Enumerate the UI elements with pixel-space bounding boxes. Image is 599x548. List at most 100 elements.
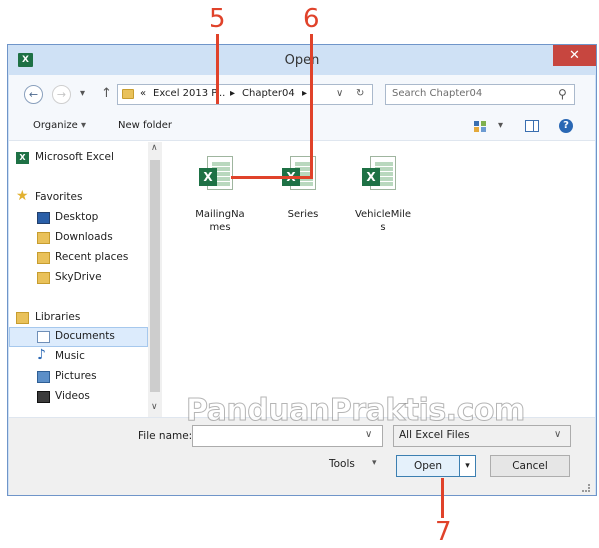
callout-6: 6 — [303, 4, 320, 34]
open-dialog: X Open ✕ ← → ▾ ↑ « Excel 2013 P... ▸ Cha… — [7, 44, 597, 496]
libraries-icon — [16, 312, 29, 324]
breadcrumb-separator-2[interactable]: ▸ — [302, 88, 307, 99]
file-item-mailingnames[interactable]: X MailingNa mes — [185, 156, 255, 236]
sidebar-item-microsoft-excel[interactable]: X Microsoft Excel — [9, 148, 148, 168]
sidebar-item-pictures[interactable]: Pictures — [9, 367, 148, 387]
address-bar[interactable]: « Excel 2013 P... ▸ Chapter04 ▸ ∨ ↻ — [117, 84, 373, 105]
file-type-value: All Excel Files — [399, 429, 470, 441]
file-name: Series — [268, 208, 338, 221]
navigation-pane: X Microsoft Excel ★ Favorites Desktop Do… — [9, 142, 162, 417]
callout-6-line-vertical — [310, 34, 313, 178]
videos-icon — [37, 391, 50, 403]
sidebar-item-desktop[interactable]: Desktop — [9, 208, 148, 228]
title-bar: X Open ✕ — [8, 45, 596, 75]
file-name-line-1: VehicleMile — [354, 209, 412, 220]
close-button[interactable]: ✕ — [553, 45, 596, 66]
sidebar-item-libraries[interactable]: Libraries — [9, 308, 148, 328]
documents-icon — [37, 331, 50, 343]
file-name-line-1: Series — [287, 209, 319, 220]
refresh-button[interactable]: ↻ — [356, 88, 364, 99]
file-list: X MailingNa mes X Series X VehicleMile — [163, 142, 595, 417]
callout-7: 7 — [435, 517, 452, 547]
sidebar-item-label: Favorites — [35, 191, 83, 203]
callout-7-line — [441, 478, 444, 518]
excel-badge-icon: X — [362, 168, 380, 186]
sidebar-scrollbar[interactable]: ∧ ∨ — [148, 142, 162, 417]
navigation-bar: ← → ▾ ↑ « Excel 2013 P... ▸ Chapter04 ▸ … — [9, 75, 595, 113]
change-view-icon[interactable] — [474, 121, 486, 132]
skydrive-icon — [37, 272, 50, 284]
scroll-up-button[interactable]: ∧ — [151, 143, 158, 153]
sidebar-item-label: Music — [55, 350, 85, 362]
recent-places-icon — [37, 252, 50, 264]
breadcrumb-excel-2013[interactable]: Excel 2013 P... — [153, 88, 225, 99]
open-label: Open — [413, 460, 443, 472]
scroll-down-button[interactable]: ∨ — [151, 402, 158, 412]
file-name: VehicleMile s — [348, 208, 418, 234]
organize-button[interactable]: Organize ▾ — [33, 120, 86, 131]
organize-label: Organize — [33, 120, 78, 131]
file-name: MailingNa mes — [185, 208, 255, 234]
dialog-body: ← → ▾ ↑ « Excel 2013 P... ▸ Chapter04 ▸ … — [9, 75, 595, 495]
desktop-icon — [37, 212, 50, 224]
excel-icon: X — [16, 152, 29, 164]
folder-icon — [122, 89, 134, 99]
open-split-dropdown[interactable]: ▾ — [459, 456, 475, 476]
file-name-label: File name: — [138, 430, 193, 442]
search-input[interactable]: Search Chapter04 — [392, 88, 482, 99]
file-item-series[interactable]: X Series — [268, 156, 338, 236]
recent-locations-button[interactable]: ▾ — [80, 88, 85, 99]
preview-pane-icon[interactable] — [525, 120, 539, 132]
pictures-icon — [37, 371, 50, 383]
chevron-down-icon: ▾ — [372, 458, 377, 468]
up-button[interactable]: ↑ — [101, 86, 112, 101]
sidebar-item-videos[interactable]: Videos — [9, 387, 148, 407]
sidebar-item-label: Desktop — [55, 211, 99, 223]
sidebar-item-label: Recent places — [55, 251, 129, 263]
view-options-button[interactable]: ▾ — [498, 120, 503, 131]
search-icon[interactable]: ⚲ — [558, 87, 567, 101]
sidebar-item-downloads[interactable]: Downloads — [9, 228, 148, 248]
breadcrumb-chapter04[interactable]: Chapter04 — [242, 88, 295, 99]
new-folder-button[interactable]: New folder — [118, 120, 172, 131]
file-name-line-2: mes — [209, 222, 231, 233]
search-box[interactable]: Search Chapter04 ⚲ — [385, 84, 575, 105]
sidebar-item-documents[interactable]: Documents — [9, 327, 148, 347]
callout-5: 5 — [209, 4, 226, 34]
file-type-dropdown-icon[interactable]: ∨ — [554, 429, 561, 440]
sidebar-item-label: Downloads — [55, 231, 113, 243]
cancel-button[interactable]: Cancel — [490, 455, 570, 477]
tools-label: Tools — [329, 458, 355, 470]
file-type-select[interactable]: All Excel Files ∨ — [393, 425, 571, 447]
address-dropdown-button[interactable]: ∨ — [336, 88, 343, 99]
callout-6-line-horizontal — [231, 176, 313, 179]
forward-button[interactable]: → — [52, 85, 71, 104]
back-button[interactable]: ← — [24, 85, 43, 104]
excel-badge-icon: X — [199, 168, 217, 186]
sidebar-item-favorites[interactable]: ★ Favorites — [9, 188, 148, 208]
open-button[interactable]: Open ▾ — [396, 455, 476, 477]
file-name-dropdown-icon[interactable]: ∨ — [365, 429, 372, 440]
resize-grip-icon[interactable] — [582, 484, 590, 492]
tools-button[interactable]: Tools ▾ — [329, 458, 389, 478]
scroll-thumb[interactable] — [150, 160, 160, 392]
sidebar-item-label: Microsoft Excel — [35, 151, 114, 163]
sidebar-item-label: Libraries — [35, 311, 81, 323]
help-icon[interactable]: ? — [559, 119, 573, 133]
sidebar-item-recent-places[interactable]: Recent places — [9, 248, 148, 268]
watermark-text: PanduanPraktis.com — [186, 393, 526, 429]
downloads-icon — [37, 232, 50, 244]
sidebar-item-label: Pictures — [55, 370, 97, 382]
breadcrumb-separator[interactable]: ▸ — [230, 88, 235, 99]
file-name-line-2: s — [380, 222, 386, 233]
sidebar-item-skydrive[interactable]: SkyDrive — [9, 268, 148, 288]
file-item-vehiclemiles[interactable]: X VehicleMile s — [348, 156, 418, 236]
file-options-panel: File name: ∨ All Excel Files ∨ Tools ▾ O… — [9, 417, 595, 495]
window-title: Open — [284, 53, 320, 68]
chevron-down-icon: ▾ — [81, 120, 87, 131]
file-name-field[interactable]: ∨ — [192, 425, 383, 447]
command-toolbar: Organize ▾ New folder ▾ ? — [9, 113, 595, 141]
sidebar-item-music[interactable]: ♪ Music — [9, 347, 148, 367]
file-name-line-1: MailingNa — [195, 209, 245, 220]
breadcrumb-overflow[interactable]: « — [140, 88, 146, 99]
